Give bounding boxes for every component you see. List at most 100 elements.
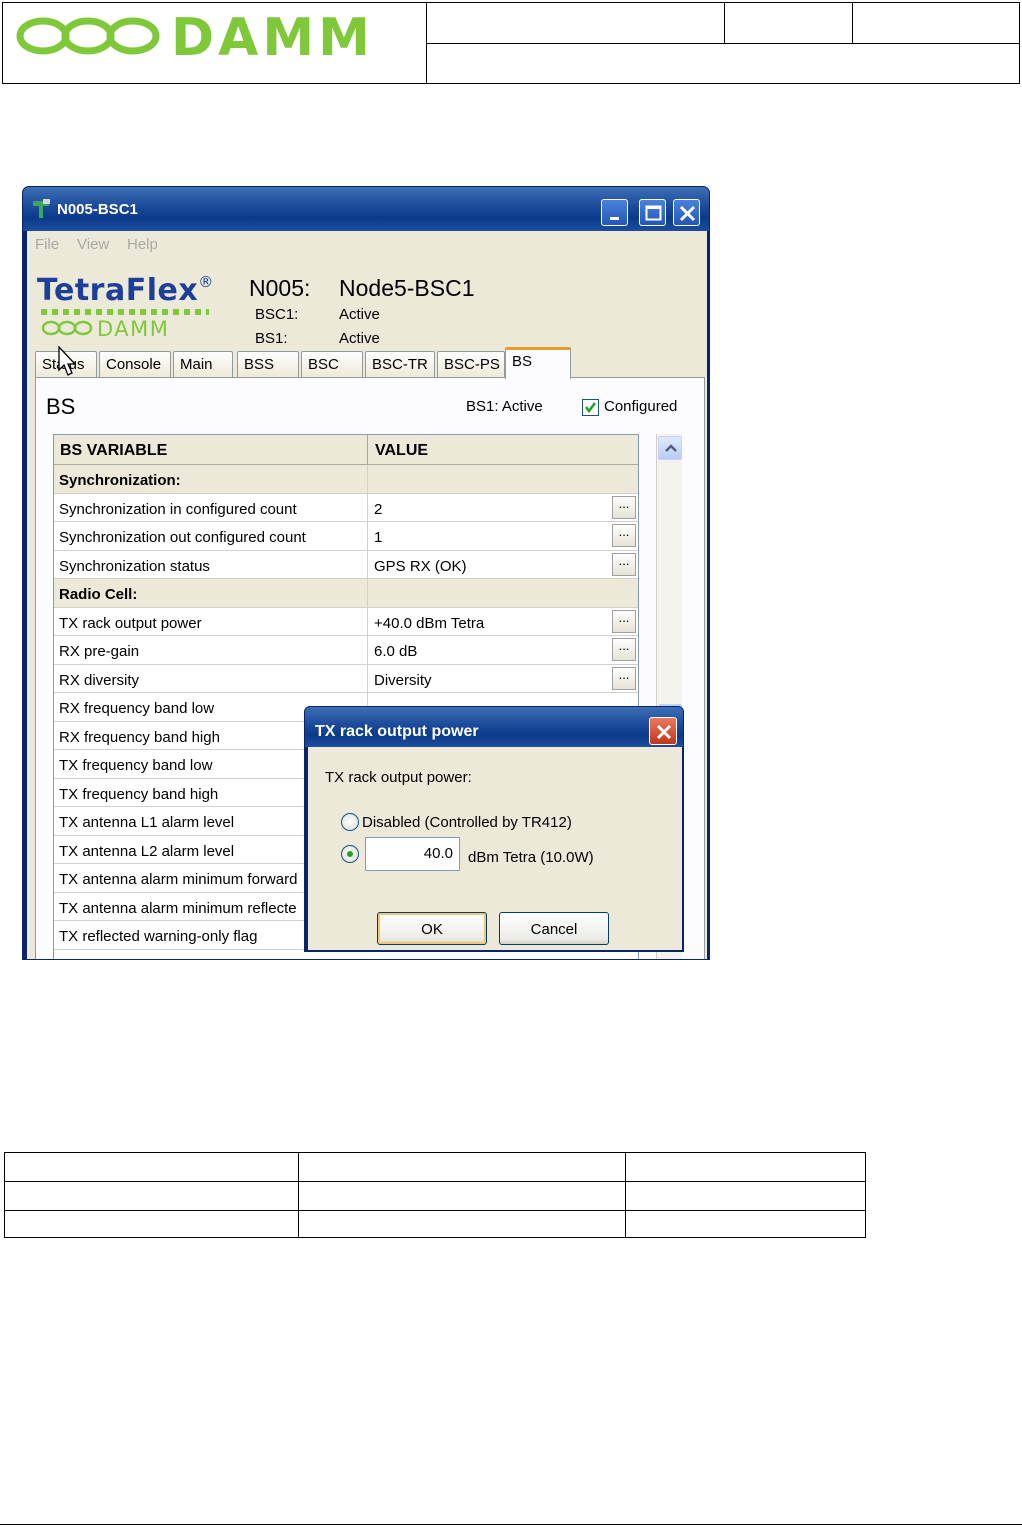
panel-title: BS — [46, 394, 76, 419]
grid-row[interactable]: RX pre-gain 6.0 dB... — [54, 636, 638, 665]
menu-view[interactable]: View — [77, 236, 109, 253]
grid-row[interactable]: Synchronization in configured count 2... — [54, 493, 638, 522]
damm-brand-text: DAMM — [97, 317, 169, 341]
minimize-button[interactable] — [601, 199, 628, 226]
footer-rule — [0, 1524, 1022, 1525]
grid-section-row[interactable]: Synchronization: — [54, 465, 638, 494]
variable-cell: RX pre-gain — [59, 643, 140, 660]
damm-logo-text: DAMM — [171, 8, 374, 68]
tab-main[interactable]: Main — [173, 351, 233, 378]
tetraflex-logo: TetraFlex® — [37, 273, 214, 308]
damm-logo-cell: DAMM — [3, 3, 427, 83]
damm-brand-logo: DAMM — [41, 317, 169, 341]
dialog-title: TX rack output power — [315, 723, 479, 740]
edit-value-button[interactable]: ... — [612, 552, 636, 576]
bs1-status: Active — [339, 330, 380, 347]
dialog-body: TX rack output power: Disabled (Controll… — [308, 747, 682, 950]
col-header-separator — [367, 435, 368, 465]
column-separator — [367, 579, 368, 607]
variable-cell: Synchronization in configured count — [59, 500, 297, 518]
edit-value-button[interactable]: ... — [612, 609, 636, 633]
grid-row[interactable]: Synchronization out configured count 1... — [54, 522, 638, 551]
header-cell-title — [427, 3, 725, 44]
variable-cell: TX frequency band high — [59, 785, 219, 803]
radio-selected-dot — [347, 851, 353, 857]
variable-cell: RX frequency band low — [59, 700, 215, 717]
menu-bar: File View Help — [27, 231, 707, 255]
mouse-cursor-icon — [58, 346, 77, 376]
document-header: DAMM — [2, 2, 1020, 84]
edit-value-button[interactable]: ... — [612, 524, 636, 547]
table-rule — [5, 1210, 865, 1211]
checkbox-box[interactable] — [582, 399, 599, 416]
revision-table — [4, 1152, 866, 1238]
node-name: Node5-BSC1 — [339, 275, 475, 301]
tab-bsc-ps[interactable]: BSC-PS — [437, 351, 505, 378]
table-rule — [5, 1181, 865, 1182]
dialog-prompt: TX rack output power: — [325, 769, 472, 786]
menu-help[interactable]: Help — [127, 236, 158, 253]
value-cell: 1 — [374, 529, 383, 546]
tab-bs[interactable]: BS — [505, 347, 571, 379]
maximize-icon — [645, 205, 662, 221]
grid-row[interactable]: RX diversity Diversity... — [54, 664, 638, 693]
tab-console[interactable]: Console — [99, 351, 171, 378]
window-title: N005-BSC1 — [57, 201, 138, 218]
tab-strip: Status Console Main BSS BSC BSC-TR BSC-P… — [35, 347, 699, 379]
radio-disabled[interactable] — [341, 813, 359, 831]
radio-value[interactable] — [341, 845, 359, 863]
minimize-icon — [610, 217, 619, 220]
maximize-button[interactable] — [639, 199, 666, 226]
table-col-rule — [298, 1153, 299, 1237]
cancel-button[interactable]: Cancel — [499, 912, 609, 945]
column-separator — [367, 465, 368, 493]
column-separator — [367, 607, 368, 635]
variable-cell: TX antenna L1 alarm level — [59, 814, 235, 831]
close-icon — [656, 724, 672, 740]
col-header-variable: BS VARIABLE — [60, 442, 168, 459]
column-separator — [367, 636, 368, 664]
variable-cell: RX diversity — [59, 671, 140, 689]
brand-dots — [41, 309, 209, 315]
dialog-title-bar[interactable]: TX rack output power — [305, 707, 683, 747]
bs1-label: BS1: — [255, 330, 288, 347]
panel-status: BS1: Active — [466, 398, 543, 415]
tetraflex-logo-text: TetraFlex — [37, 273, 199, 308]
tetraflex-app-icon — [33, 199, 50, 218]
table-col-rule — [625, 1153, 626, 1237]
variable-cell: Synchronization out configured count — [59, 529, 306, 546]
damm-logo: DAMM — [16, 8, 374, 68]
variable-cell: Radio Cell: — [59, 586, 138, 603]
tab-bss[interactable]: BSS — [237, 351, 299, 378]
grid-row[interactable]: TX rack output power +40.0 dBm Tetra... — [54, 607, 638, 636]
bsc1-status: Active — [339, 306, 380, 323]
edit-value-button[interactable]: ... — [612, 495, 636, 519]
tab-bsc[interactable]: BSC — [301, 351, 363, 378]
variable-cell: TX reflected warning-only flag — [59, 928, 258, 945]
ok-button[interactable]: OK — [377, 912, 487, 945]
variable-cell: TX antenna L2 alarm level — [59, 842, 235, 860]
column-separator — [367, 522, 368, 550]
tab-bsc-tr[interactable]: BSC-TR — [365, 351, 435, 378]
close-button[interactable] — [673, 199, 700, 226]
grid-section-row[interactable]: Radio Cell: — [54, 579, 638, 608]
grid-row[interactable]: Synchronization status GPS RX (OK)... — [54, 550, 638, 579]
header-cell-page — [853, 3, 1019, 44]
value-cell: 2 — [374, 500, 383, 518]
power-value-input[interactable]: 40.0 — [365, 837, 460, 871]
edit-value-button[interactable]: ... — [612, 638, 636, 661]
checkmark-icon — [585, 402, 596, 414]
dialog-close-button[interactable] — [649, 717, 677, 745]
value-cell: 6.0 dB — [374, 643, 418, 660]
value-cell: Diversity — [374, 671, 432, 689]
edit-value-button[interactable]: ... — [612, 666, 636, 690]
scroll-up-button[interactable] — [658, 436, 682, 460]
value-cell: GPS RX (OK) — [374, 557, 467, 575]
grid-header: BS VARIABLE VALUE — [54, 435, 638, 465]
radio-disabled-label[interactable]: Disabled (Controlled by TR412) — [362, 814, 572, 831]
variable-cell: TX antenna alarm minimum forward — [59, 871, 298, 888]
variable-cell: Synchronization status — [59, 557, 210, 575]
variable-cell: TX rack output power — [59, 614, 202, 632]
menu-file[interactable]: File — [35, 236, 59, 253]
title-bar[interactable]: N005-BSC1 — [23, 187, 709, 231]
